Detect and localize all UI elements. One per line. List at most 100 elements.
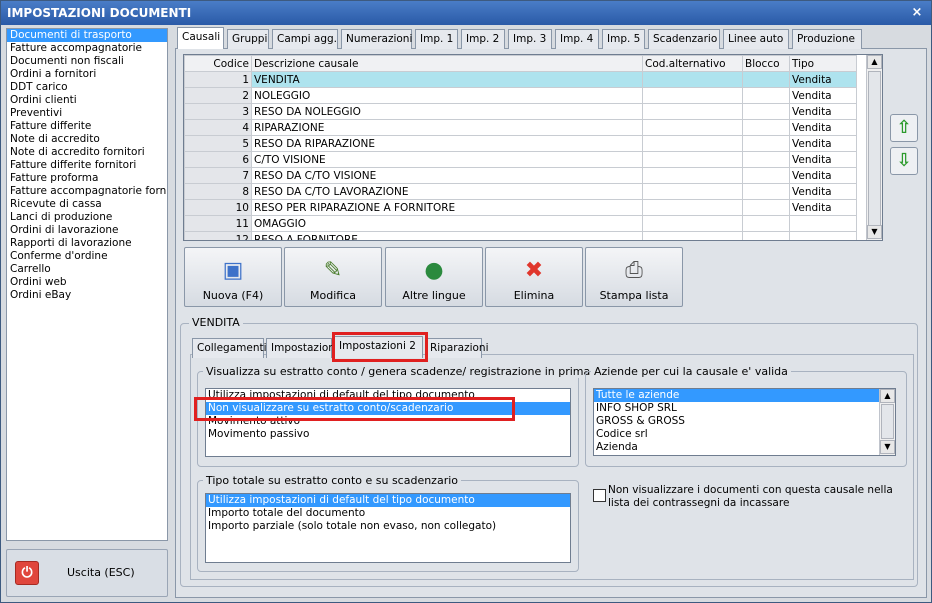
document-type-list[interactable]: Documenti di trasporto Fatture accompagna… [6,28,168,541]
aziende-scroll-down-icon[interactable]: ▼ [880,440,895,454]
sidebar-item[interactable]: Lanci di produzione [7,211,167,224]
table-row[interactable]: 2 NOLEGGIO Vendita [184,87,857,104]
subtab-3[interactable]: Riparazioni [425,338,489,358]
table-cell [642,215,743,232]
sidebar-item[interactable]: Rapporti di lavorazione [7,237,167,250]
grid-header-cell[interactable]: Descrizione causale [251,55,643,72]
languages-button[interactable]: ● Altre lingue [385,247,483,307]
table-row[interactable]: 5 RESO DA RIPARAZIONE Vendita [184,135,857,152]
sidebar-item[interactable]: Note di accredito [7,133,167,146]
table-cell: Vendita [789,135,857,152]
tab-8[interactable]: Imp. 5 [602,29,645,49]
table-cell: Vendita [789,167,857,184]
tab-4[interactable]: Imp. 1 [415,29,458,49]
delete-button[interactable]: ✖ Elimina [485,247,583,307]
list-item[interactable]: INFO SHOP SRL [594,402,895,415]
table-row[interactable]: 10 RESO PER RIPARAZIONE A FORNITORE Vendit… [184,199,857,216]
list-item[interactable]: GROSS & GROSS [594,415,895,428]
move-down-button[interactable]: ⇩ [890,147,918,175]
sidebar-item[interactable]: Note di accredito fornitori [7,146,167,159]
tab-7[interactable]: Imp. 4 [555,29,599,49]
tab-11[interactable]: Produzione [792,29,862,49]
table-row[interactable]: 7 RESO DA C/TO VISIONE Vendita [184,167,857,184]
subtab-1[interactable]: Impostazioni [266,338,338,358]
sidebar-item[interactable]: Ordini web [7,276,167,289]
close-icon[interactable]: × [909,1,925,25]
grid-header-cell[interactable]: Codice [184,55,252,72]
sidebar-item[interactable]: Fatture differite fornitori [7,159,167,172]
sidebar-item[interactable]: Ordini di lavorazione [7,224,167,237]
list-item[interactable]: Azienda [594,441,895,454]
sidebar-item[interactable]: Carrello [7,263,167,276]
table-cell: 5 [184,135,252,152]
table-cell [642,167,743,184]
sidebar-item[interactable]: Conferme d'ordine [7,250,167,263]
table-row[interactable]: 3 RESO DA NOLEGGIO Vendita [184,103,857,120]
sidebar-item[interactable]: Ordini a fornitori [7,68,167,81]
scroll-up-icon[interactable]: ▲ [867,55,882,69]
exit-button[interactable]: ⏻ Uscita (ESC) [6,549,168,597]
contrassegni-checkbox[interactable] [593,489,606,502]
sidebar-item[interactable]: Documenti non fiscali [7,55,167,68]
tab-10[interactable]: Linee auto [723,29,789,49]
new-button[interactable]: ▣ Nuova (F4) [184,247,282,307]
list-item[interactable]: Utilizza impostazioni di default del tip… [206,494,570,507]
list-item[interactable]: Codice srl [594,428,895,441]
tab-9[interactable]: Scadenzario [648,29,720,49]
list-item[interactable]: Importo totale del documento [206,507,570,520]
sidebar-item[interactable]: Fatture proforma [7,172,167,185]
aziende-scroll-up-icon[interactable]: ▲ [880,389,895,403]
tab-2[interactable]: Campi agg. [272,29,338,49]
grid-header-cell[interactable]: Cod.alternativo [642,55,743,72]
aziende-scrollbar[interactable]: ▲ ▼ [879,389,895,455]
print-button[interactable]: ⎙ Stampa lista [585,247,683,307]
tipo-totale-listbox[interactable]: Utilizza impostazioni di default del tip… [205,493,571,563]
sidebar-item[interactable]: Ordini clienti [7,94,167,107]
table-row[interactable]: 4 RIPARAZIONE Vendita [184,119,857,136]
edit-button[interactable]: ✎ Modifica [284,247,382,307]
table-cell: 8 [184,183,252,200]
list-item[interactable]: Movimento passivo [206,428,570,441]
sidebar-item[interactable]: Fatture differite [7,120,167,133]
table-cell: Vendita [789,71,857,88]
subtab-0[interactable]: Collegamenti [192,338,267,358]
table-row[interactable]: 8 RESO DA C/TO LAVORAZIONE Vendita [184,183,857,200]
tab-6[interactable]: Imp. 3 [508,29,552,49]
sidebar-item[interactable]: Ordini eBay [7,289,167,302]
list-item[interactable]: Tutte le aziende [594,389,895,402]
tab-1[interactable]: Gruppi [227,29,269,49]
tab-5[interactable]: Imp. 2 [461,29,505,49]
table-row[interactable]: 11 OMAGGIO [184,215,857,232]
table-cell [642,183,743,200]
grid-header-cell[interactable]: Blocco [742,55,790,72]
power-icon: ⏻ [15,561,39,585]
table-row[interactable]: 12 RESO A FORNITORE [184,231,857,240]
aziende-scroll-thumb[interactable] [881,404,894,439]
scroll-down-icon[interactable]: ▼ [867,225,882,239]
sidebar-item[interactable]: Fatture accompagnatorie fornito [7,185,167,198]
tab-3[interactable]: Numerazioni [341,29,412,49]
sidebar-item[interactable]: DDT carico [7,81,167,94]
sidebar-item[interactable]: Preventivi [7,107,167,120]
causali-grid[interactable]: Codice Descrizione causale Cod.alternativo… [183,54,883,241]
print-button-label: Stampa lista [599,289,669,302]
table-cell [742,103,790,120]
aziende-listbox[interactable]: Tutte le aziende INFO SHOP SRL GROSS & GRO… [593,388,896,456]
scroll-thumb[interactable] [868,71,881,231]
grid-header-cell[interactable]: Tipo [789,55,857,72]
table-row[interactable]: 6 C/TO VISIONE Vendita [184,151,857,168]
tab-0[interactable]: Causali [177,27,224,49]
table-cell: 11 [184,215,252,232]
move-up-button[interactable]: ⇧ [890,114,918,142]
table-row[interactable]: 1 VENDITA Vendita [184,71,857,88]
table-cell [642,151,743,168]
table-cell: Vendita [789,151,857,168]
sidebar-item[interactable]: Documenti di trasporto [7,29,167,42]
sidebar-item[interactable]: Ricevute di cassa [7,198,167,211]
window-title: IMPOSTAZIONI DOCUMENTI [7,6,192,20]
highlight-subtab [332,332,428,362]
list-item[interactable]: Importo parziale (solo totale non evaso,… [206,520,570,533]
sidebar-item[interactable]: Fatture accompagnatorie [7,42,167,55]
grid-scrollbar[interactable]: ▲ ▼ [866,55,882,240]
highlight-option [194,397,515,421]
